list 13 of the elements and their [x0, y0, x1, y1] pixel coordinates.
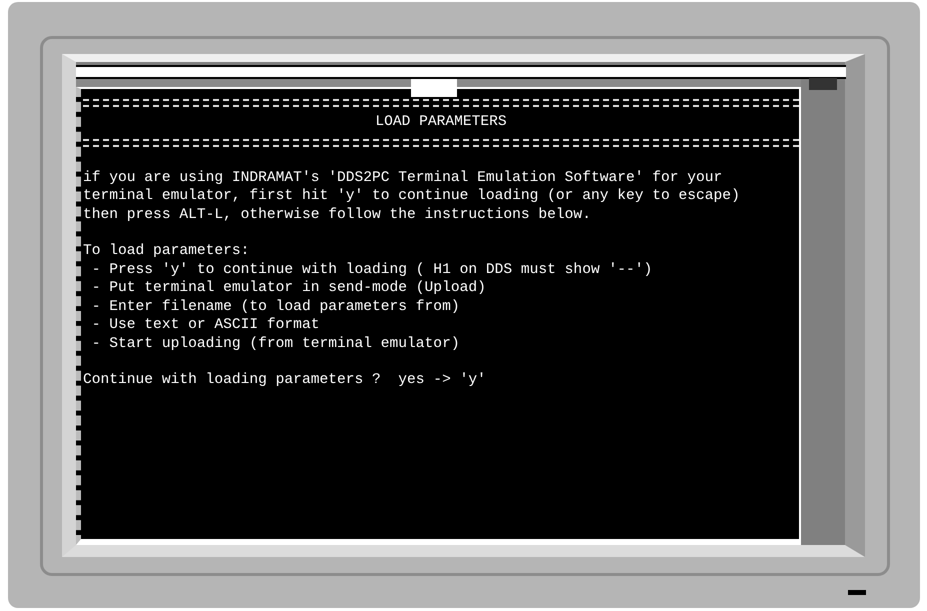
screen-title: LOAD PARAMETERS: [374, 113, 508, 132]
instructions-heading: To load parameters:: [83, 242, 250, 260]
prompt-text: Continue with loading parameters ? yes -> 'y': [83, 371, 486, 390]
instruction-step: - Put terminal emulator in send-mode (Upload): [83, 279, 486, 298]
indicator-light: [809, 78, 837, 90]
instruction-step: - Enter filename (to load parameters from): [83, 298, 460, 316]
instruction-step: - Use text or ASCII format: [83, 316, 320, 334]
intro-text: then press ALT-L, otherwise follow the instructions below.: [83, 206, 591, 224]
instruction-step: - Press 'y' to continue with loading ( H1 on DDS must show '--'): [83, 260, 652, 279]
power-indicator: [848, 590, 866, 594]
intro-text: terminal emulator, first hit 'y' to continue loading (or any key to escape): [83, 187, 740, 206]
intro-text: if you are using INDRAMAT's 'DDS2PC Terminal Emulation Software' for your: [83, 168, 722, 187]
instruction-step: - Start uploading (from terminal emulator): [83, 334, 460, 353]
